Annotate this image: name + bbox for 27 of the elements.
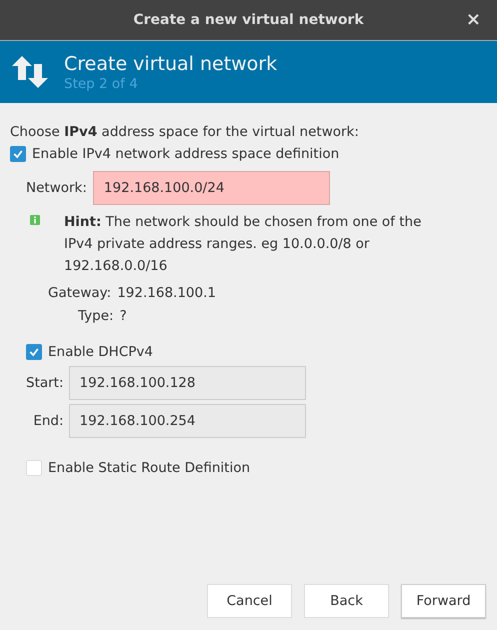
type-label: Type: xyxy=(78,308,114,324)
dialog-button[interactable]: Forward xyxy=(401,584,486,618)
step-indicator: Step 2 of 4 xyxy=(64,76,139,92)
close-button[interactable]: × xyxy=(462,9,485,30)
dialog-button[interactable]: Back xyxy=(304,584,389,618)
checkmark-icon xyxy=(12,148,24,160)
window-title: Create a new virtual network xyxy=(133,12,364,28)
field-label: End: xyxy=(33,413,64,429)
field-label: Network: xyxy=(26,180,87,196)
address-input-field[interactable]: 192.168.100.254 xyxy=(68,404,306,438)
checkbox-label: Enable IPv4 network address space definition xyxy=(32,146,340,162)
hint-text: Hint: The network should be chosen from one of the IPv4 private address ranges. eg 10.0.0.0/8 or 192.168.0.0/16 xyxy=(64,213,422,276)
field-label: Start: xyxy=(26,375,64,391)
address-input-field[interactable]: 192.168.100.128 xyxy=(68,366,306,400)
gateway-label: Gateway: xyxy=(48,285,112,301)
checkbox[interactable] xyxy=(26,344,42,360)
gateway-value: 192.168.100.1 xyxy=(117,285,216,301)
type-value: ? xyxy=(120,308,127,324)
info-icon xyxy=(30,215,40,225)
checkbox-label: Enable DHCPv4 xyxy=(48,344,153,360)
section-description: Choose IPv4 address space for the virtual network: xyxy=(10,124,360,140)
dialog-button[interactable]: Cancel xyxy=(207,584,292,618)
checkmark-icon xyxy=(28,346,40,358)
dialog-heading: Create virtual network xyxy=(64,52,278,74)
network-input-field[interactable]: 192.168.100.0/24 xyxy=(92,171,330,205)
checkbox-label: Enable Static Route Definition xyxy=(48,460,250,476)
checkbox[interactable] xyxy=(10,146,26,162)
